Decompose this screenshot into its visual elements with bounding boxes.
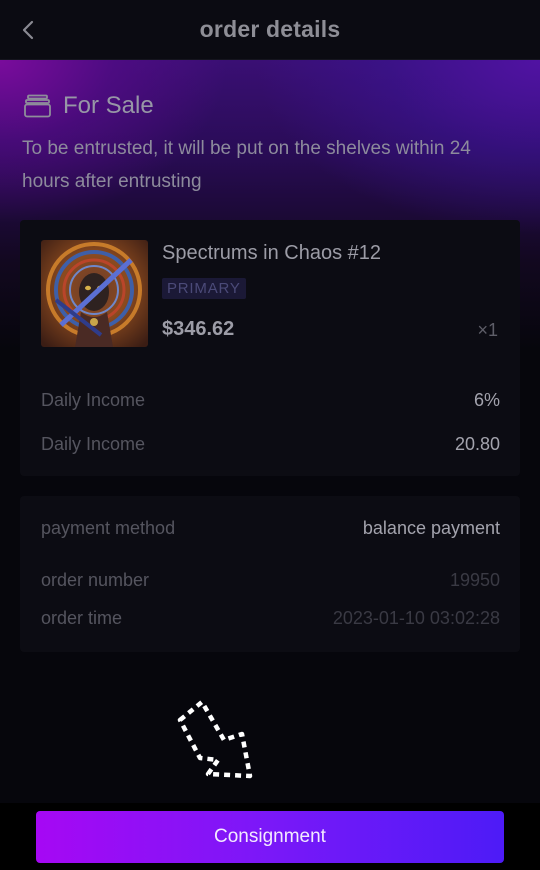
wallet-stack-icon (24, 94, 51, 118)
detail-value: 6% (473, 390, 500, 410)
detail-row: Daily Income 6% (41, 390, 500, 411)
order-time-row: order time 2023-01-10 03:02:28 (41, 608, 500, 629)
detail-label: Daily Income (41, 390, 146, 410)
product-thumbnail[interactable] (41, 240, 148, 347)
pointer-cursor-icon (177, 699, 253, 779)
bottom-action-bar: Consignment (0, 803, 540, 870)
detail-row: Daily Income 20.80 (41, 434, 500, 455)
page-title: order details (199, 16, 341, 42)
detail-value: 20.80 (454, 434, 500, 454)
order-time-label: order time (41, 608, 123, 628)
order-time-value: 2023-01-10 03:02:28 (332, 608, 500, 628)
top-nav-bar: order details (0, 0, 540, 60)
order-number-value: 19950 (449, 570, 500, 590)
status-title: For Sale (63, 92, 154, 119)
detail-label: Daily Income (41, 434, 146, 454)
product-quantity: ×1 (477, 320, 498, 340)
payment-method-row: payment method balance payment (41, 518, 500, 539)
order-status: For Sale (24, 92, 154, 120)
payment-info-card: payment method balance payment order num… (20, 496, 520, 652)
order-number-label: order number (41, 570, 150, 590)
status-description: To be entrusted, it will be put on the s… (22, 138, 471, 192)
consignment-button[interactable]: Consignment (36, 811, 504, 863)
product-card: Spectrums in Chaos #12 PRIMARY $346.62 ×… (20, 220, 520, 476)
order-number-row: order number 19950 (41, 570, 500, 591)
product-price: $346.62 (162, 318, 235, 340)
primary-badge: PRIMARY (162, 278, 246, 299)
product-name: Spectrums in Chaos #12 (162, 242, 382, 264)
payment-method-value: balance payment (362, 518, 500, 538)
payment-method-label: payment method (41, 518, 176, 538)
